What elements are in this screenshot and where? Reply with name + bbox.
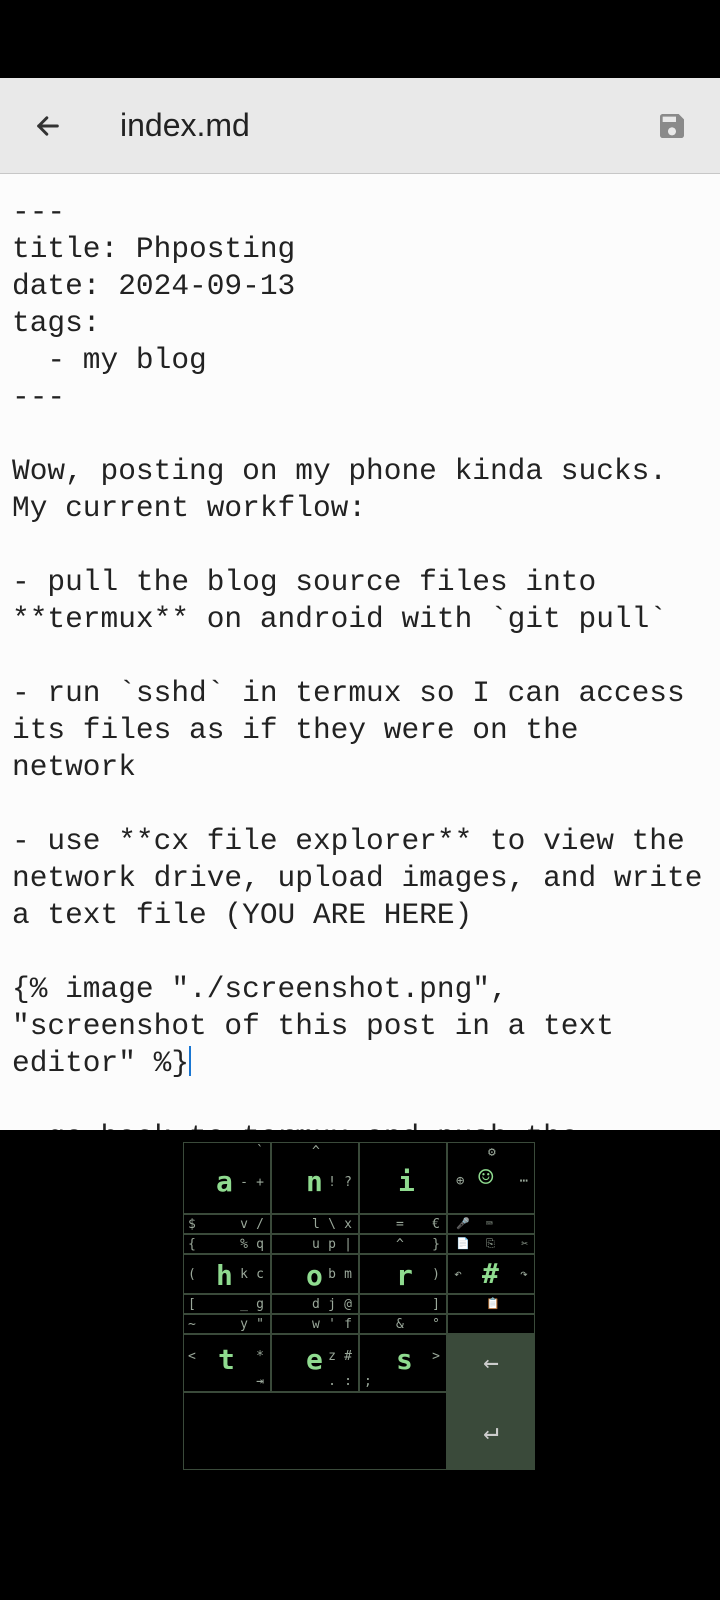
mic-icon: 🎤 xyxy=(456,1217,470,1230)
clipboard-icon: 📋 xyxy=(486,1297,500,1310)
editor-content-after: - go back to termux and push the updated… xyxy=(12,1120,596,1130)
key-rbracket-row[interactable]: ] xyxy=(359,1294,447,1314)
key-w-row[interactable]: w ' f xyxy=(271,1314,359,1334)
key-o[interactable]: o b m xyxy=(271,1254,359,1294)
key-e[interactable]: e z # . : xyxy=(271,1334,359,1392)
key-i[interactable]: i xyxy=(359,1142,447,1214)
key-space[interactable] xyxy=(183,1392,447,1470)
key-amp-row[interactable]: & ° xyxy=(359,1314,447,1334)
key-brace-row[interactable]: { % q xyxy=(183,1234,271,1254)
app-bar: index.md xyxy=(0,78,720,174)
key-u-row[interactable]: u p | xyxy=(271,1234,359,1254)
enter-icon: ↵ xyxy=(483,1416,499,1446)
status-bar xyxy=(0,0,720,78)
key-clip2-row[interactable]: 📋 xyxy=(447,1294,535,1314)
undo-icon: ↶ xyxy=(454,1267,462,1282)
paste-icon: 📄 xyxy=(456,1237,470,1250)
key-bracket-row[interactable]: [ _ g xyxy=(183,1294,271,1314)
key-mic-row[interactable]: 🎤 ⌨ xyxy=(447,1214,535,1234)
key-l-row[interactable]: l \ x xyxy=(271,1214,359,1234)
key-tilde-row[interactable]: ~ y " xyxy=(183,1314,271,1334)
backspace-icon: ← xyxy=(483,1348,499,1378)
back-button[interactable] xyxy=(20,98,76,154)
key-dollar-row[interactable]: $ v / xyxy=(183,1214,271,1234)
redo-icon: ↷ xyxy=(520,1267,528,1282)
key-hash[interactable]: ↶ # ↷ xyxy=(447,1254,535,1294)
key-t[interactable]: < t * ⇥ xyxy=(183,1334,271,1392)
key-empty-row[interactable] xyxy=(447,1314,535,1334)
key-equals-row[interactable]: = € xyxy=(359,1214,447,1234)
gear-icon: ⚙ xyxy=(488,1145,496,1160)
key-caret-row[interactable]: ^ } xyxy=(359,1234,447,1254)
editor-content-before: --- title: Phposting date: 2024-09-13 ta… xyxy=(12,195,720,1080)
text-editor[interactable]: --- title: Phposting date: 2024-09-13 ta… xyxy=(0,174,720,1130)
key-h[interactable]: ( h k c xyxy=(183,1254,271,1294)
keyboard-icon: ⌨ xyxy=(486,1217,493,1230)
key-backspace[interactable]: ← xyxy=(447,1334,535,1392)
smile-icon: ☺ xyxy=(478,1163,494,1193)
dots-icon: ⋯ xyxy=(520,1173,528,1189)
globe-icon: ⊕ xyxy=(456,1173,464,1189)
key-n[interactable]: ^ n ! ? xyxy=(271,1142,359,1214)
save-button[interactable] xyxy=(644,98,700,154)
key-enter[interactable]: ↵ xyxy=(447,1392,535,1470)
cut-icon: ✂ xyxy=(521,1237,528,1250)
text-cursor xyxy=(189,1046,191,1076)
key-d-row[interactable]: d j @ xyxy=(271,1294,359,1314)
key-s[interactable]: s > ; xyxy=(359,1334,447,1392)
tab-icon: ⇥ xyxy=(256,1374,264,1389)
key-r[interactable]: r ) xyxy=(359,1254,447,1294)
page-title: index.md xyxy=(76,107,644,144)
copy-icon: ⎘ xyxy=(486,1237,495,1251)
key-clipboard-row[interactable]: 📄 ⎘ ✂ xyxy=(447,1234,535,1254)
key-a[interactable]: ` a - + xyxy=(183,1142,271,1214)
key-emoji-panel[interactable]: ⚙ ⊕ ☺ ⋯ xyxy=(447,1142,535,1214)
virtual-keyboard: ` a - + ^ n ! ? i ⚙ ⊕ ☺ ⋯ xyxy=(0,1130,720,1600)
